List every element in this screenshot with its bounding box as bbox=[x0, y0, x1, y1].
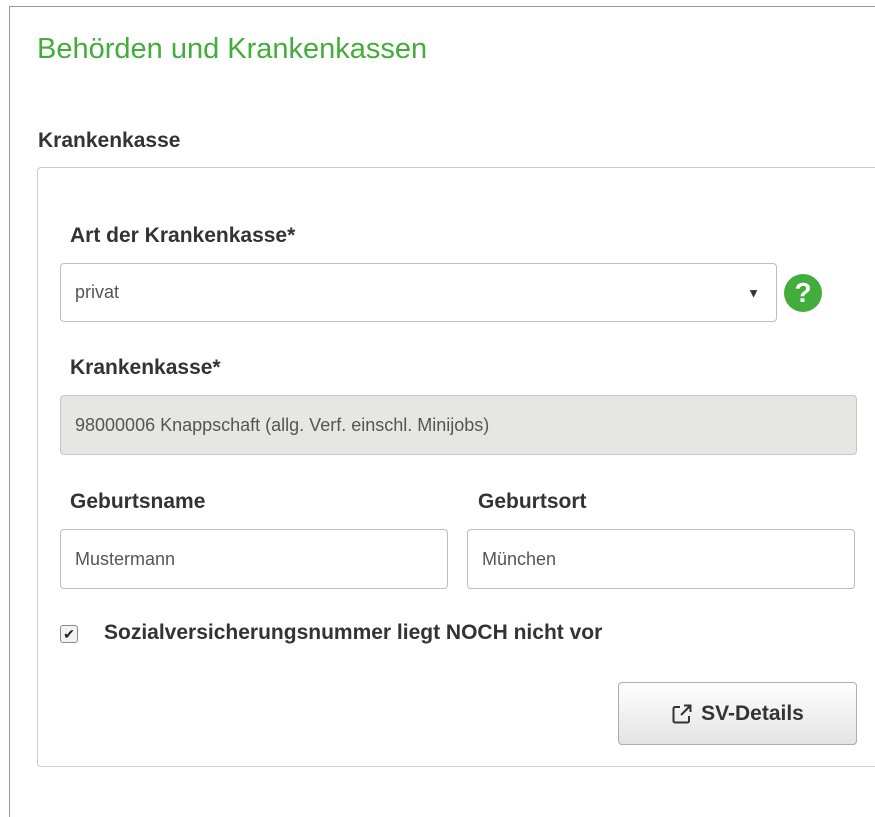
geburtsort-input[interactable]: München bbox=[467, 529, 855, 589]
page-title: Behörden und Krankenkassen bbox=[37, 33, 428, 65]
geburtsname-label: Geburtsname bbox=[70, 490, 206, 513]
krankenkasse-label: Krankenkasse* bbox=[70, 356, 221, 379]
external-link-icon bbox=[672, 704, 692, 723]
art-krankenkasse-value: privat bbox=[75, 282, 120, 302]
art-krankenkasse-label: Art der Krankenkasse* bbox=[70, 224, 296, 247]
question-circle-icon[interactable]: ? bbox=[784, 274, 822, 312]
sv-details-button[interactable]: SV-Details bbox=[618, 682, 857, 745]
geburtsort-label: Geburtsort bbox=[478, 490, 587, 513]
krankenkasse-value: 98000006 Knappschaft (allg. Verf. einsch… bbox=[75, 414, 490, 435]
sv-details-label: SV-Details bbox=[701, 701, 804, 725]
krankenkasse-card bbox=[37, 167, 875, 767]
art-krankenkasse-select[interactable]: privat ▼ bbox=[60, 263, 777, 322]
krankenkasse-field: 98000006 Knappschaft (allg. Verf. einsch… bbox=[60, 395, 857, 455]
chevron-down-icon: ▼ bbox=[747, 285, 760, 300]
sv-checkbox-row[interactable]: ✔ Sozialversicherungsnummer liegt NOCH n… bbox=[60, 621, 602, 645]
sv-checkbox-label: Sozialversicherungsnummer liegt NOCH nic… bbox=[104, 621, 603, 644]
geburtsname-input[interactable]: Mustermann bbox=[60, 529, 448, 589]
geburtsort-value: München bbox=[482, 548, 557, 569]
section-label: Krankenkasse bbox=[38, 129, 181, 152]
sv-checkbox[interactable]: ✔ bbox=[60, 625, 78, 643]
geburtsname-value: Mustermann bbox=[75, 548, 176, 569]
